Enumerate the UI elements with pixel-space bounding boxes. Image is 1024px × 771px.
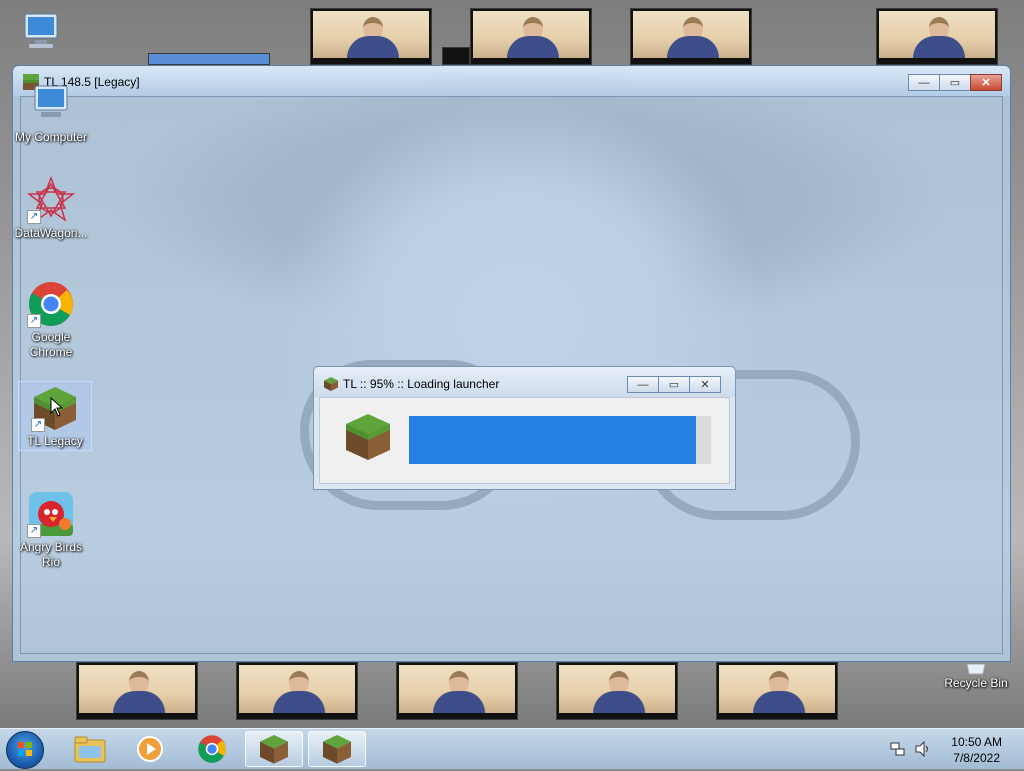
progress-bar-fill: [409, 416, 696, 464]
folder-icon: [74, 736, 106, 763]
shortcut-arrow-icon: ↗: [31, 418, 45, 432]
desktop-icon-google-chrome[interactable]: ↗ Google Chrome: [14, 280, 88, 360]
maximize-button[interactable]: ▭: [939, 74, 971, 91]
clock-date: 7/8/2022: [953, 751, 1000, 765]
shortcut-arrow-icon: ↗: [27, 210, 41, 224]
angry-birds-icon: ↗: [27, 490, 75, 538]
desktop-icon-label: Angry Birds Rio: [19, 540, 83, 569]
media-player-icon: [137, 736, 163, 762]
wallpaper-clone-thumbnail: [470, 8, 592, 65]
tl-grass-block-icon: [323, 376, 339, 392]
datawagon-icon: ↗: [26, 175, 76, 224]
tl-grass-block-icon: [260, 735, 288, 764]
desktop-icon-label: TL Legacy: [27, 434, 83, 448]
taskbar-google-chrome[interactable]: [184, 731, 240, 767]
chrome-icon: [198, 735, 226, 763]
desktop-icon-my-computer[interactable]: My Computer: [14, 80, 88, 145]
clock-time: 10:50 AM: [951, 735, 1002, 749]
desktop-icon-label: My Computer: [14, 130, 88, 144]
dialog-titlebar[interactable]: TL :: 95% :: Loading launcher — ▭ ✕: [314, 367, 735, 397]
close-button[interactable]: ✕: [689, 376, 721, 393]
dialog-caption-buttons: — ▭ ✕: [627, 376, 721, 394]
main-window-titlebar[interactable]: TL 148.5 [Legacy] — ▭ ✕: [13, 66, 1010, 96]
taskbar-windows-explorer[interactable]: [62, 731, 118, 767]
chrome-icon: ↗: [27, 280, 75, 328]
wallpaper-clone-thumbnail: [556, 662, 678, 720]
desktop-icon-recycle-bin[interactable]: Recycle Bin: [938, 663, 1014, 691]
maximize-button[interactable]: ▭: [658, 376, 690, 393]
wallpaper-clone-thumbnail: [716, 662, 838, 720]
taskbar: 10:50 AM 7/8/2022: [0, 728, 1024, 769]
mouse-cursor-icon: [50, 396, 64, 420]
desktop-icon-label: Recycle Bin: [944, 676, 1008, 690]
close-button[interactable]: ✕: [970, 74, 1002, 91]
wallpaper-clone-thumbnail: [310, 8, 432, 65]
wallpaper-clone-thumbnail: [236, 662, 358, 720]
desktop-icon-my-computer-clone[interactable]: [4, 8, 78, 58]
dialog-client-area: [319, 397, 730, 484]
tl-grass-block-icon: [344, 412, 392, 462]
system-clock[interactable]: 10:50 AM 7/8/2022: [951, 734, 1002, 766]
shortcut-arrow-icon: ↗: [27, 314, 41, 328]
computer-icon: [17, 8, 65, 56]
tl-legacy-main-window[interactable]: TL 148.5 [Legacy] — ▭ ✕: [12, 65, 1011, 662]
progress-bar: [409, 416, 711, 464]
taskbar-tl-legacy-loader[interactable]: [308, 731, 366, 767]
desktop-icon-angry-birds-rio[interactable]: ↗ Angry Birds Rio: [14, 490, 88, 570]
taskbar-tl-legacy[interactable]: [245, 731, 303, 767]
windows-logo-icon: [18, 742, 32, 756]
desktop-icon-label: DataWagon...: [14, 226, 88, 240]
wallpaper-clone-thumbnail: [630, 8, 752, 65]
clone-window-edge: [148, 53, 270, 65]
wallpaper-clone-thumbnail: [876, 8, 998, 65]
recycle-bin-icon: [938, 663, 1014, 676]
wallpaper-clone-thumbnail: [396, 662, 518, 720]
desktop-icon-label: Google Chrome: [29, 330, 73, 359]
desktop-icon-datawagon[interactable]: ↗ DataWagon...: [14, 175, 88, 241]
taskbar-media-player[interactable]: [122, 731, 178, 767]
tl-grass-block-icon: [323, 735, 351, 764]
volume-icon[interactable]: [914, 740, 932, 760]
shortcut-arrow-icon: ↗: [27, 524, 41, 538]
clone-window-edge: [442, 47, 470, 65]
minimize-button[interactable]: —: [908, 74, 940, 91]
main-window-caption-buttons: — ▭ ✕: [908, 74, 1002, 92]
minimize-button[interactable]: —: [627, 376, 659, 393]
computer-icon: [27, 80, 75, 128]
wallpaper-clone-thumbnail: [76, 662, 198, 720]
dialog-title: TL :: 95% :: Loading launcher: [343, 377, 500, 391]
loading-launcher-dialog[interactable]: TL :: 95% :: Loading launcher — ▭ ✕: [313, 366, 736, 490]
start-button[interactable]: [6, 731, 44, 769]
network-icon[interactable]: [890, 741, 906, 760]
